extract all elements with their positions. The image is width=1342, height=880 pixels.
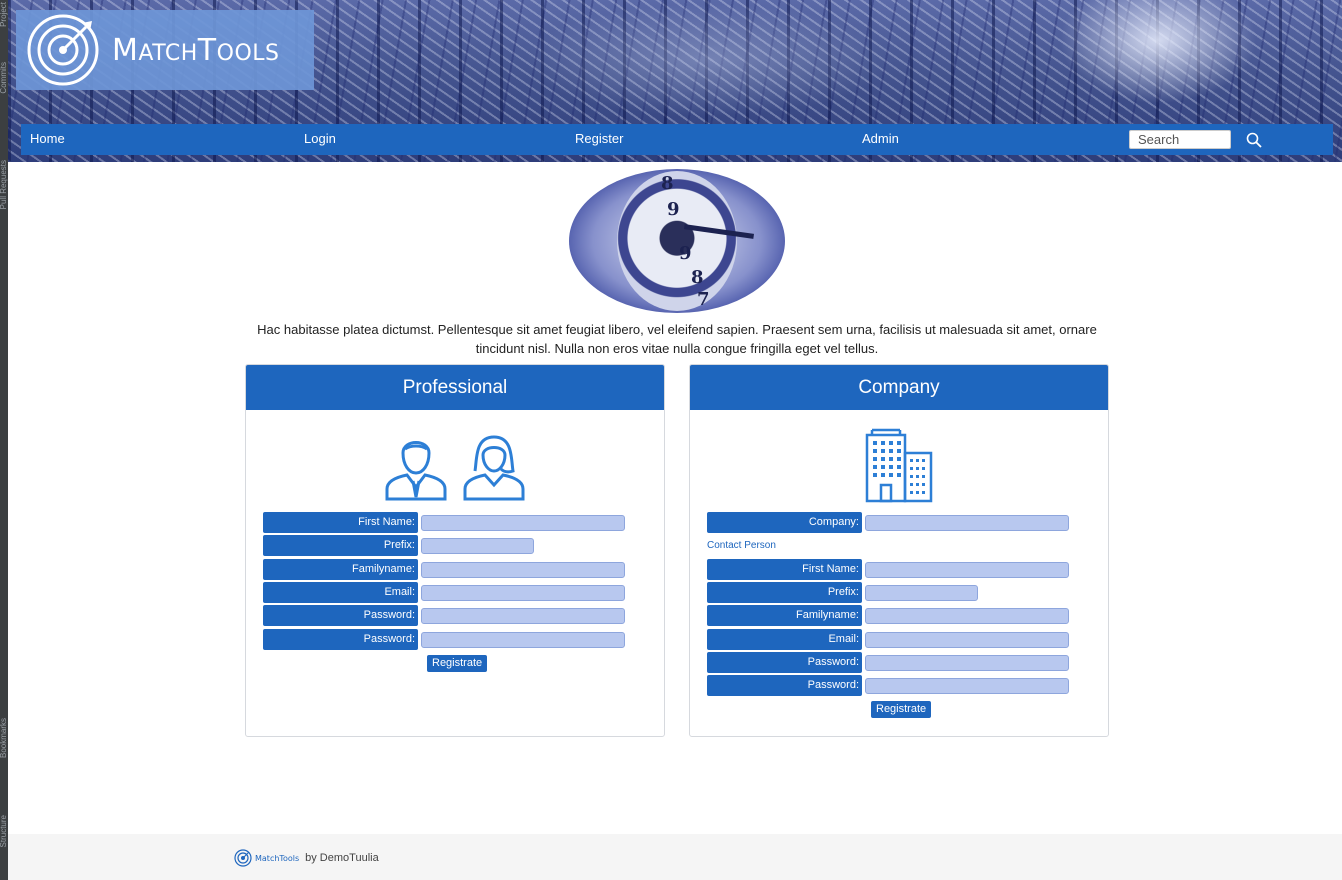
logo-text: MATCHTOOLS [112,32,280,68]
field-label: First Name: [263,512,418,533]
field-company: Company: [707,512,1069,533]
field-first-name: First Name: [263,512,625,533]
ide-tab-pull-requests[interactable]: Pull Requests [0,160,8,209]
contact-person-heading: Contact Person [707,540,776,551]
target-icon [27,14,99,86]
familyname-input[interactable] [421,561,625,578]
field-familyname: Familyname: [707,605,1069,626]
nav-admin[interactable]: Admin [862,131,899,146]
field-label: Email: [707,629,862,650]
field-label: Password: [707,675,862,696]
hero-clock-image: 8 9 9 8 7 [569,169,785,313]
password-confirm-input[interactable] [421,631,625,648]
site-logo[interactable]: MATCHTOOLS [16,10,314,90]
ide-tab-project[interactable]: Project [0,2,8,27]
field-password: Password: [263,605,625,626]
clock-dial [617,171,737,311]
site-footer: MatchTools by DemoTuulia [8,834,1342,880]
field-label: Prefix: [263,535,418,556]
male-user-icon [385,441,447,501]
company-input[interactable] [865,514,1069,531]
field-email: Email: [263,582,625,603]
nav-home[interactable]: Home [30,131,65,146]
field-password-confirm: Password: [263,629,625,650]
field-label: Prefix: [707,582,862,603]
field-password: Password: [707,652,1069,673]
search-input[interactable] [1129,130,1231,149]
field-label: Company: [707,512,862,533]
footer-credit: by DemoTuulia [305,852,379,864]
field-label: Password: [707,652,862,673]
field-first-name: First Name: [707,559,1069,580]
password-input[interactable] [865,654,1069,671]
field-label: Familyname: [707,605,862,626]
first-name-input[interactable] [421,514,625,531]
company-card-title: Company [690,365,1108,410]
field-prefix: Prefix: [707,582,978,603]
email-input[interactable] [421,584,625,601]
first-name-input[interactable] [865,561,1069,578]
nav-login[interactable]: Login [304,131,336,146]
prefix-input[interactable] [421,537,534,554]
dial-number: 8 [691,267,704,288]
ide-tab-structure[interactable]: Structure [0,815,8,847]
dial-number: 8 [661,173,674,194]
field-label: Password: [263,629,418,650]
company-card: Company Company: Contact Person First Na… [689,364,1109,737]
field-password-confirm: Password: [707,675,1069,696]
nav-register[interactable]: Register [575,131,623,146]
ide-side-strip: Project Commits Pull Requests Bookmarks … [0,0,8,880]
female-user-icon [463,435,525,501]
password-input[interactable] [421,607,625,624]
professional-card-title: Professional [246,365,664,410]
main-navbar: Home Login Register Admin [21,124,1333,155]
dial-number: 7 [697,289,710,310]
field-prefix: Prefix: [263,535,534,556]
password-confirm-input[interactable] [865,677,1069,694]
email-input[interactable] [865,631,1069,648]
ide-tab-commits[interactable]: Commits [0,62,8,94]
target-icon [234,849,252,867]
dial-number: 9 [667,199,680,220]
site-header: MATCHTOOLS Home Login Register Admin [8,0,1342,162]
field-email: Email: [707,629,1069,650]
professional-register-button[interactable]: Registrate [427,655,488,672]
footer-brand: MatchTools by DemoTuulia [234,849,379,867]
field-label: Familyname: [263,559,418,580]
professional-card: Professional First Name: Prefix: Familyn… [245,364,665,737]
company-register-button[interactable]: Registrate [871,701,932,718]
building-icon [865,428,933,503]
prefix-input[interactable] [865,584,978,601]
dial-number: 9 [679,243,692,264]
ide-tab-bookmarks[interactable]: Bookmarks [0,718,8,758]
field-label: First Name: [707,559,862,580]
field-label: Email: [263,582,418,603]
field-familyname: Familyname: [263,559,625,580]
search-icon[interactable] [1245,131,1263,149]
familyname-input[interactable] [865,607,1069,624]
intro-paragraph: Hac habitasse platea dictumst. Pellentes… [257,322,1097,356]
footer-logo-text[interactable]: MatchTools [255,854,299,863]
field-label: Password: [263,605,418,626]
